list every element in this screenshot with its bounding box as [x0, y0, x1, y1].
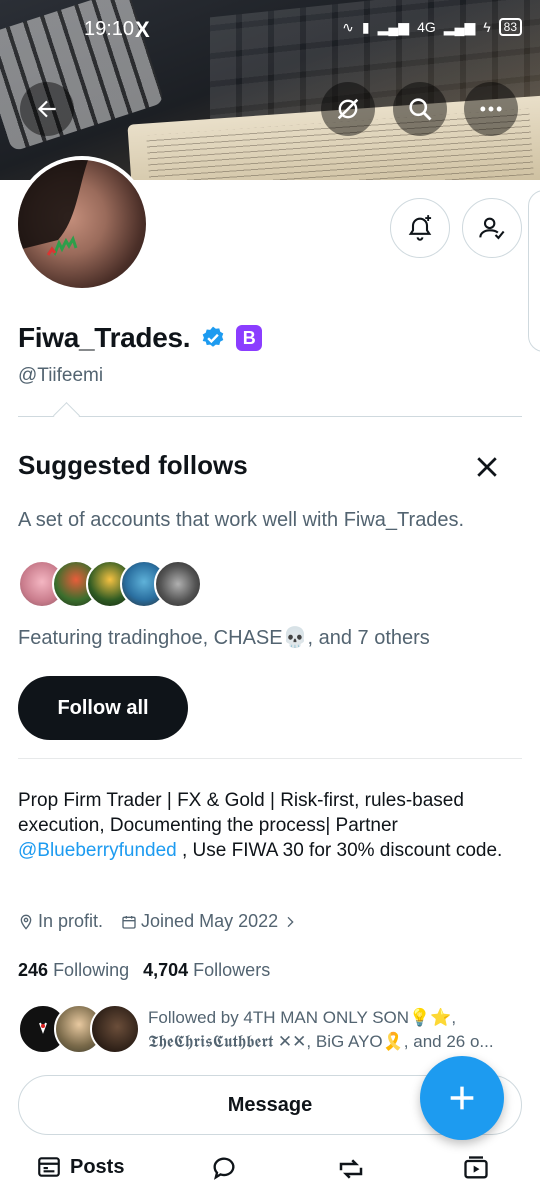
- search-icon: [409, 98, 432, 121]
- profile-name-row: Fiwa_Trades. B: [18, 322, 263, 354]
- section-divider: [18, 758, 522, 759]
- bio-text-before: Prop Firm Trader | FX & Gold | Risk-firs…: [18, 790, 464, 836]
- followers-link[interactable]: 4,704 Followers: [143, 960, 270, 981]
- activity-icon: ∿: [342, 18, 354, 35]
- notification-plus-icon: [408, 215, 432, 241]
- suggested-featuring-text: Featuring tradinghoe, CHASE💀, and 7 othe…: [18, 627, 430, 649]
- location-pin-icon: [20, 914, 32, 930]
- posts-icon: [38, 1157, 60, 1177]
- followers-count: 4,704: [143, 960, 189, 980]
- following-button[interactable]: [462, 198, 522, 258]
- network-label: 4G: [417, 19, 436, 35]
- repost-icon: [339, 1159, 363, 1179]
- followed-by-avatar-3: [90, 1004, 140, 1054]
- follow-counts: 246 Following 4,704 Followers: [18, 960, 270, 981]
- profile-bio: Prop Firm Trader | FX & Gold | Risk-firs…: [18, 788, 518, 863]
- more-button[interactable]: [464, 82, 518, 136]
- verified-badge-icon[interactable]: [200, 325, 226, 351]
- following-link[interactable]: 246 Following: [18, 960, 129, 981]
- suggested-avatar-5: [154, 560, 202, 608]
- close-icon: [477, 457, 497, 477]
- display-name: Fiwa_Trades.: [18, 322, 191, 353]
- vibrate-icon: ▮: [361, 18, 370, 35]
- following-label: Following: [53, 960, 130, 980]
- profile-tab-bar: Posts: [0, 1148, 540, 1200]
- following-check-icon: [479, 217, 505, 240]
- following-count: 246: [18, 960, 49, 980]
- reply-icon: [213, 1157, 235, 1180]
- suggested-notch: [53, 402, 80, 429]
- status-bar: 19:10 X ∿ ▮ ▂▄▆ 4G ▂▄▆ ϟ 83: [0, 14, 540, 46]
- tab-posts[interactable]: Posts: [36, 1154, 124, 1180]
- tab-posts-label: Posts: [70, 1155, 125, 1178]
- tab-replies[interactable]: [210, 1154, 238, 1182]
- notifications-button[interactable]: [390, 198, 450, 258]
- suggested-divider: [18, 416, 522, 417]
- back-button[interactable]: [20, 82, 74, 136]
- grok-icon: [337, 98, 359, 120]
- plus-icon: [450, 1086, 474, 1110]
- profile-handle: @Tiifeemi: [18, 365, 104, 386]
- tab-reposts[interactable]: [336, 1154, 366, 1184]
- suggested-description: A set of accounts that work well with Fi…: [18, 509, 465, 531]
- followers-label: Followers: [193, 960, 271, 980]
- chevron-right-icon: [287, 916, 294, 927]
- calendar-icon: [122, 915, 136, 929]
- affiliate-badge[interactable]: B: [236, 325, 263, 351]
- x-logo-icon: X: [135, 17, 150, 42]
- battery-icon: 83: [498, 18, 522, 36]
- avatar-image: [18, 160, 88, 257]
- signal-icon: ▂▄▆: [377, 18, 410, 35]
- profile-avatar[interactable]: [14, 156, 150, 292]
- joined-text: Joined May 2022: [141, 911, 279, 931]
- follow-all-button[interactable]: Follow all: [18, 676, 188, 740]
- grok-button[interactable]: [321, 82, 375, 136]
- profile-meta: In profit. Joined May 2022: [18, 911, 298, 932]
- followed-by-text[interactable]: Followed by 4TH MAN ONLY SON💡⭐, 𝕿𝖍𝖊𝕮𝖍𝖗𝖎𝖘…: [148, 1006, 524, 1054]
- back-arrow-icon: [37, 100, 56, 118]
- status-indicators: ∿ ▮ ▂▄▆ 4G ▂▄▆ ϟ 83: [342, 18, 522, 36]
- followed-by-facepile[interactable]: [18, 1004, 140, 1056]
- location-text: In profit.: [38, 911, 104, 931]
- search-button[interactable]: [393, 82, 447, 136]
- bio-text-after: , Use FIWA 30 for 30% discount code.: [176, 840, 503, 861]
- offscreen-card-edge: [528, 190, 540, 352]
- status-time: 19:10: [84, 18, 135, 40]
- more-icon: [480, 106, 502, 112]
- dismiss-suggested-button[interactable]: [472, 452, 502, 482]
- bio-mention-link[interactable]: @Blueberryfunded: [18, 840, 177, 861]
- charging-icon: ϟ: [483, 19, 491, 35]
- tab-media[interactable]: [462, 1154, 490, 1182]
- suggested-follows-title: Suggested follows: [18, 450, 248, 480]
- joined-item[interactable]: Joined May 2022: [121, 911, 298, 932]
- video-icon: [464, 1156, 488, 1179]
- location-item: In profit.: [18, 911, 103, 932]
- signal-icon-2: ▂▄▆: [443, 18, 476, 35]
- compose-button[interactable]: [420, 1056, 504, 1140]
